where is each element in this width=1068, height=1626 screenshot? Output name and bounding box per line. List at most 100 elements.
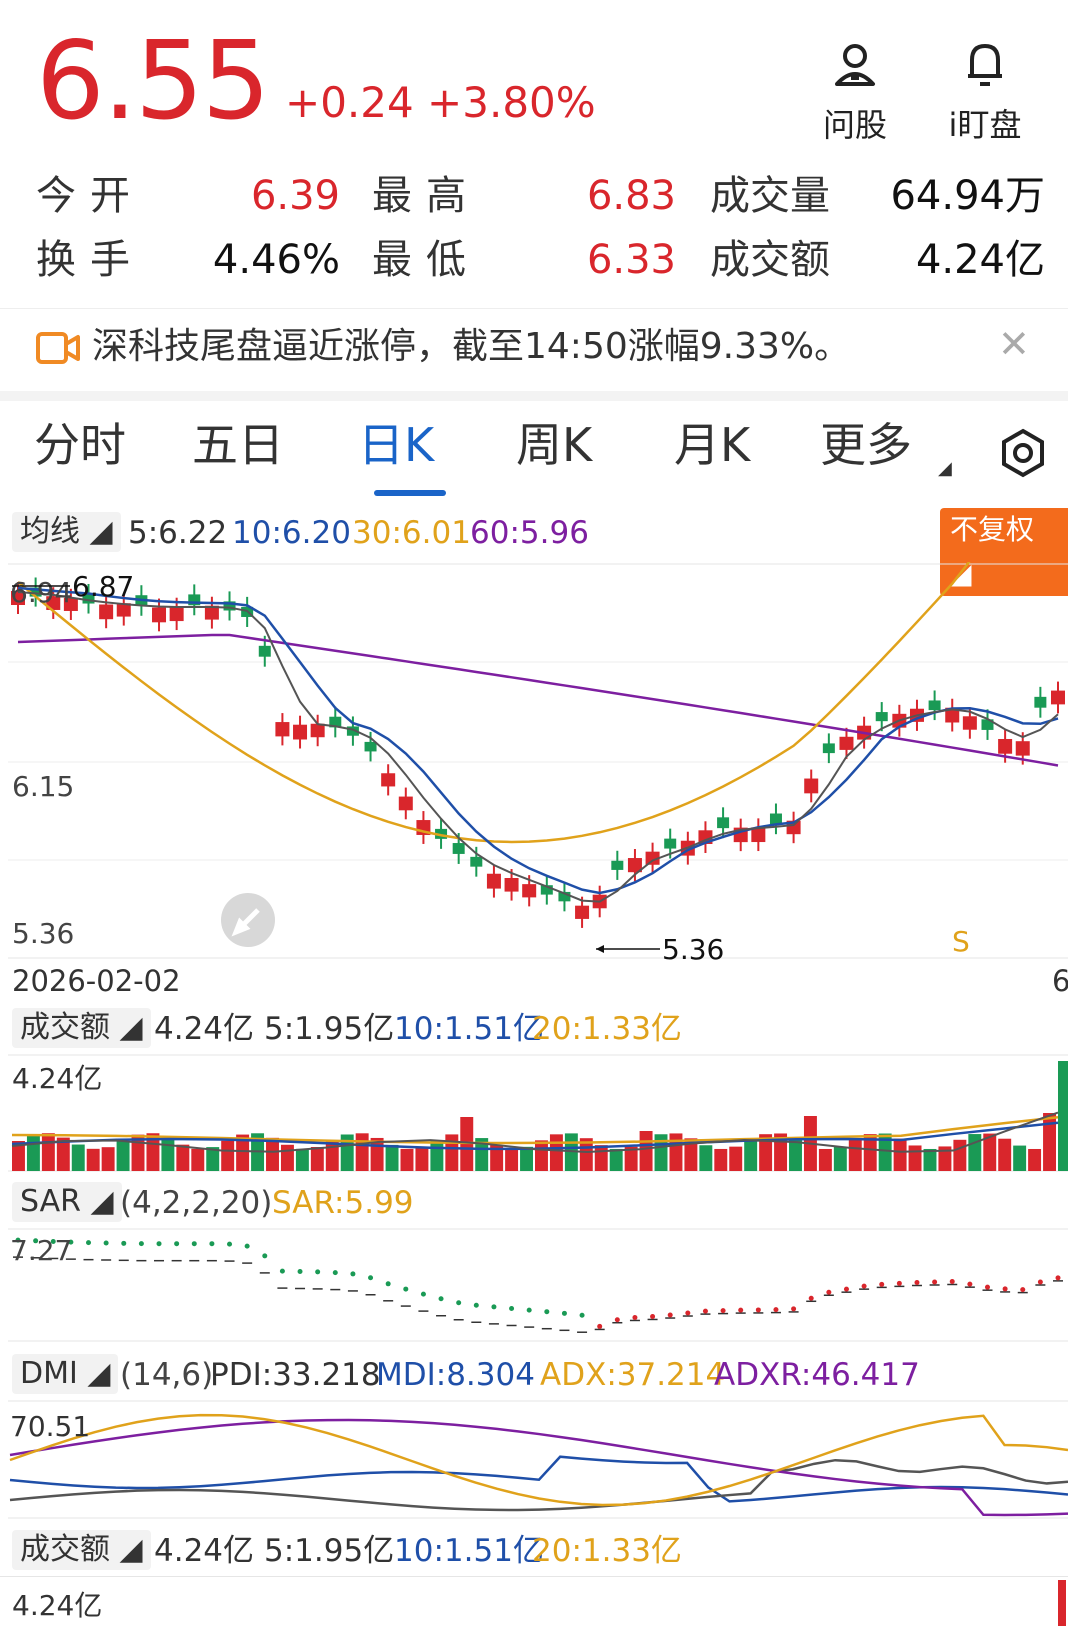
sar-selector[interactable]: SAR ◢ — [12, 1182, 122, 1222]
candlestick-chart[interactable]: 6.94 6.15 5.36 6.87 5.36 S — [0, 562, 1068, 962]
watch-label: i盯盘 — [948, 106, 1022, 144]
amount-bar — [26, 1134, 40, 1171]
candle — [1034, 696, 1047, 708]
dmi-adx: ADX:37.214 — [540, 1357, 726, 1393]
sar-dot — [826, 1289, 832, 1295]
sar-dot — [156, 1241, 162, 1247]
amount-bar — [430, 1140, 444, 1171]
sar-dot — [650, 1313, 656, 1319]
candle — [664, 838, 677, 849]
high-marker-label: 6.87 — [72, 570, 134, 603]
divider — [0, 1576, 1068, 1577]
tab-monthly-k[interactable]: 月K — [674, 422, 750, 468]
tab-daily-k[interactable]: 日K — [358, 422, 434, 468]
candle — [962, 716, 977, 730]
amount-axis-label: 4.24亿 — [12, 1062, 102, 1095]
ask-stock-button[interactable]: 问股 — [800, 40, 910, 146]
amount-bar — [400, 1148, 414, 1171]
sar-dot — [420, 1291, 426, 1297]
candle — [611, 860, 624, 870]
bell-icon — [968, 44, 1002, 86]
dmi-selector[interactable]: DMI ◢ — [12, 1354, 119, 1394]
ma30-value: 30:6.01 — [352, 515, 471, 551]
tab-five-day[interactable]: 五日 — [192, 422, 284, 468]
ma-selector[interactable]: 均线 ◢ — [12, 512, 121, 552]
sar-dot — [1020, 1287, 1026, 1293]
candle — [381, 773, 396, 787]
sar-dot — [262, 1253, 268, 1259]
dmi-pdi: PDI:33.218 — [210, 1357, 381, 1393]
turnover-label: 换手 — [36, 237, 144, 283]
sar-dot — [544, 1309, 550, 1315]
candle — [258, 645, 271, 657]
amount-bar — [594, 1145, 608, 1171]
candle — [717, 817, 730, 829]
candle — [839, 736, 854, 750]
close-icon[interactable]: ✕ — [998, 322, 1030, 366]
amount-bar — [1058, 1061, 1068, 1171]
candle — [470, 856, 483, 867]
sar-chart[interactable]: 7.27 — [0, 1228, 1068, 1343]
amount-bar — [818, 1148, 832, 1171]
amount-bar — [191, 1148, 205, 1171]
candle — [486, 873, 501, 889]
sar-dot — [174, 1241, 180, 1247]
amount-selector-2[interactable]: 成交额 ◢ — [12, 1530, 151, 1570]
sar-dot — [473, 1302, 479, 1308]
sar-dot — [879, 1281, 885, 1287]
amount-bar-chart[interactable]: 4.24亿 — [0, 1054, 1068, 1172]
sar-dot — [209, 1241, 215, 1247]
axis-top-label: 6.94 — [10, 576, 72, 609]
amount-bar — [549, 1134, 563, 1171]
amount-ma10-2: 10:1.51亿 — [394, 1533, 544, 1569]
sar-dot — [896, 1280, 902, 1286]
amount-bar — [654, 1134, 668, 1171]
ma60-value: 60:5.96 — [470, 515, 589, 551]
amount-selector[interactable]: 成交额 ◢ — [12, 1008, 151, 1048]
sar-dot — [438, 1296, 444, 1302]
more-dropdown-icon: ◢ — [938, 458, 952, 479]
amount-bar — [908, 1145, 922, 1171]
sar-dot — [685, 1310, 691, 1316]
candle — [293, 724, 308, 740]
sar-dot — [1055, 1275, 1061, 1281]
sar-dot — [914, 1279, 920, 1285]
amount-bar — [280, 1144, 294, 1171]
dmi-chart[interactable]: 70.51 — [0, 1400, 1068, 1520]
candle — [116, 603, 131, 617]
amount-bar — [699, 1145, 713, 1171]
amount-bar — [445, 1134, 459, 1171]
sar-dot — [932, 1279, 938, 1285]
candle — [275, 722, 290, 737]
amount-bar — [609, 1148, 623, 1171]
ma10-value: 10:6.20 — [232, 515, 351, 551]
amount-label: 成交额 — [710, 237, 830, 283]
open-label: 今开 — [36, 173, 144, 219]
chart-end-date: 6 — [1052, 964, 1068, 998]
watch-button[interactable]: i盯盘 — [930, 40, 1040, 146]
sar-dot — [121, 1240, 127, 1246]
amount-bar — [1043, 1113, 1056, 1171]
amount-bar — [266, 1137, 279, 1171]
tab-weekly-k[interactable]: 周K — [516, 422, 592, 468]
active-tab-indicator — [374, 490, 446, 496]
dmi-params: (14,6) — [120, 1357, 214, 1393]
sar-dot — [526, 1307, 532, 1313]
tab-more[interactable]: 更多 — [820, 422, 912, 468]
amount-bar — [71, 1144, 85, 1171]
amount-axis-label-2: 4.24亿 — [12, 1589, 103, 1622]
sar-dot — [614, 1317, 620, 1323]
amount-bar — [520, 1146, 533, 1171]
sar-dot — [720, 1308, 726, 1314]
sar-dot — [279, 1268, 285, 1274]
amount-ma5-2: 5:1.95亿 — [264, 1533, 395, 1569]
amount-panel-label-2: 成交额 — [20, 1532, 110, 1567]
amount-bar — [998, 1138, 1012, 1171]
amount-bar — [176, 1144, 190, 1171]
amount-bar — [1028, 1148, 1042, 1171]
high-value: 6.83 — [586, 173, 676, 219]
sar-dot — [755, 1307, 761, 1313]
settings-icon[interactable] — [998, 428, 1048, 478]
sar-dot — [350, 1271, 356, 1277]
tab-intraday[interactable]: 分时 — [34, 422, 126, 468]
